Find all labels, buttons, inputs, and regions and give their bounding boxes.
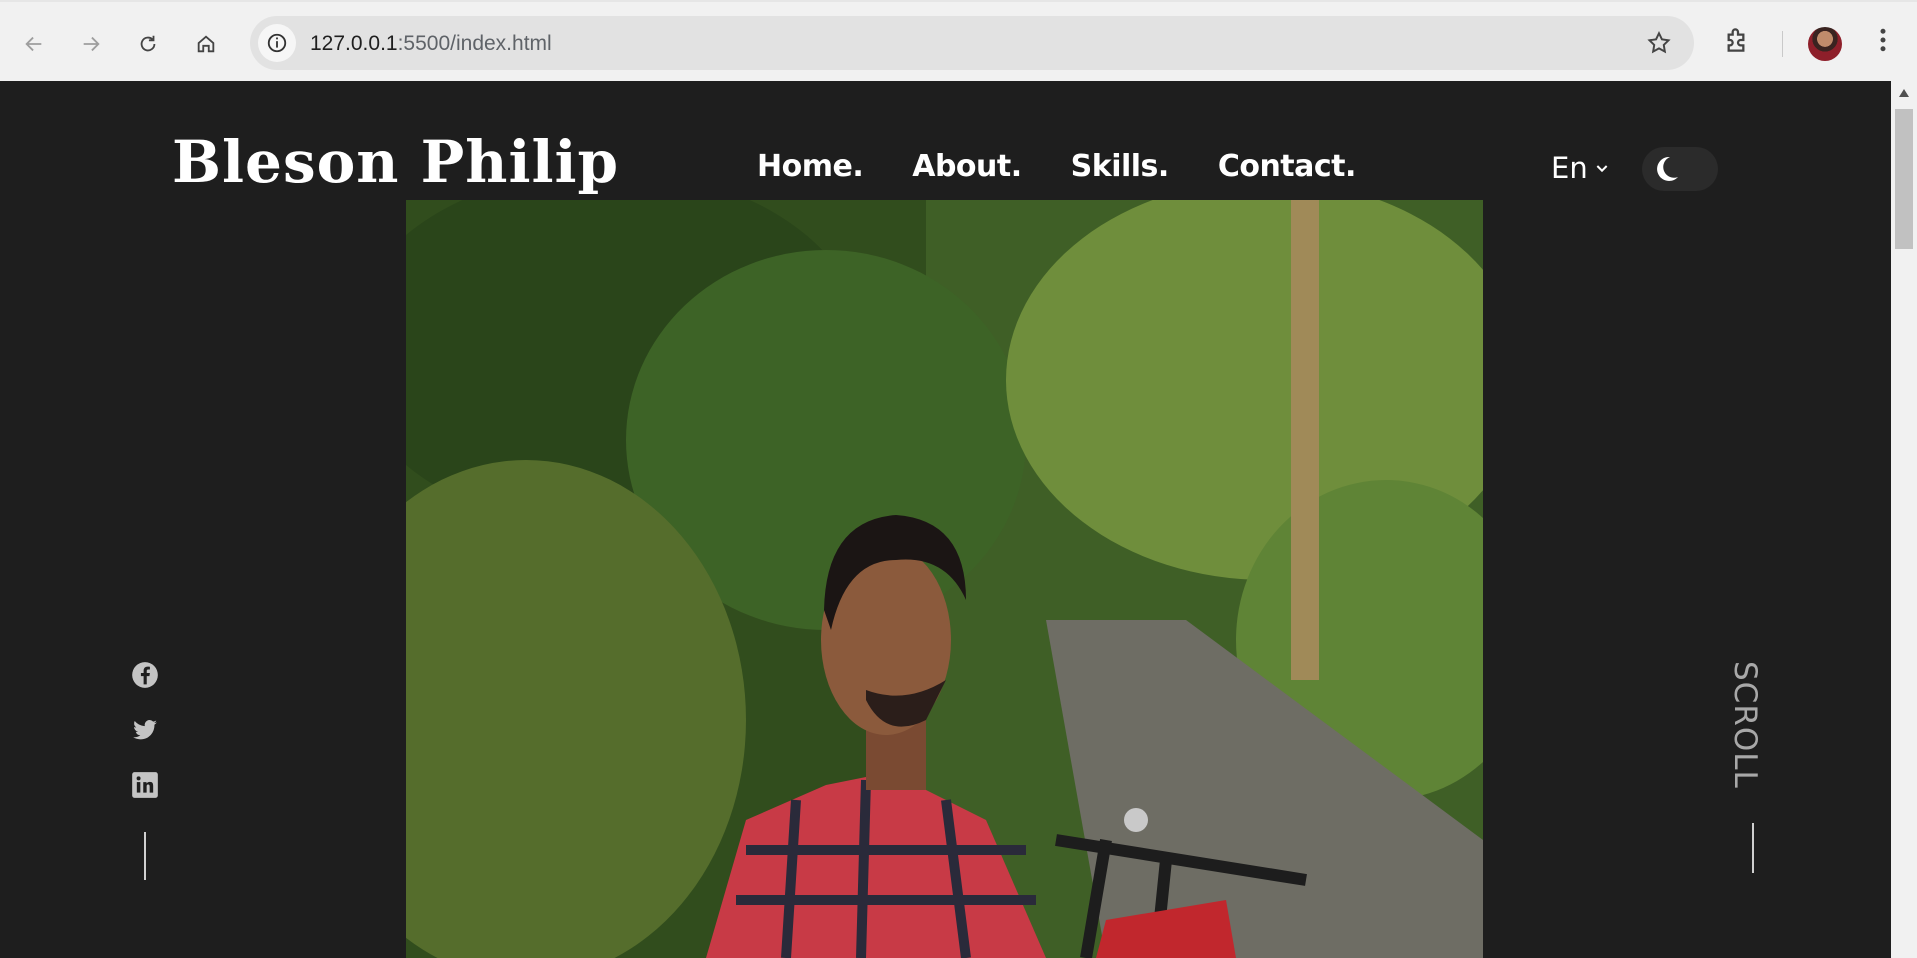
social-divider-line (144, 832, 146, 880)
main-nav: Home. About. Skills. Contact. (757, 149, 1356, 184)
nav-about-link[interactable]: About. (912, 149, 1022, 184)
page: Bleson Philip Home. About. Skills. Conta… (0, 81, 1891, 958)
arrow-right-icon (83, 36, 100, 52)
nav-contact-link[interactable]: Contact. (1218, 149, 1357, 184)
back-button[interactable] (16, 26, 52, 62)
browser-toolbar: 127.0.0.1:5500/index.html (0, 0, 1917, 81)
arrow-left-icon (25, 36, 42, 52)
social-links (131, 661, 159, 799)
extensions-icon[interactable] (1722, 24, 1754, 61)
theme-toggle[interactable] (1642, 147, 1718, 191)
url-text[interactable]: 127.0.0.1:5500/index.html (310, 32, 552, 56)
facebook-icon[interactable] (131, 661, 159, 689)
bookmark-star-icon[interactable] (1646, 30, 1672, 61)
address-bar[interactable]: 127.0.0.1:5500/index.html (250, 16, 1694, 70)
scroll-indicator-label: SCROLL (1727, 661, 1763, 789)
linkedin-icon[interactable] (131, 771, 159, 799)
scroll-up-arrow-icon[interactable] (1899, 89, 1909, 97)
home-icon (197, 35, 215, 53)
forward-button[interactable] (73, 26, 109, 62)
reload-button[interactable] (130, 26, 166, 62)
hero-photo (406, 200, 1483, 958)
moon-icon (1657, 156, 1678, 181)
nav-skills-link[interactable]: Skills. (1071, 149, 1170, 184)
reload-icon (140, 35, 156, 52)
url-path: :5500/index.html (397, 32, 552, 55)
language-selector[interactable]: En (1551, 151, 1610, 185)
home-button[interactable] (188, 26, 224, 62)
site-info-icon[interactable] (258, 24, 296, 62)
site-logo[interactable]: Bleson Philip (172, 133, 619, 191)
language-label: En (1551, 151, 1588, 185)
scroll-indicator-line (1752, 823, 1754, 873)
scrollbar-thumb[interactable] (1895, 109, 1913, 249)
profile-avatar[interactable] (1808, 27, 1842, 61)
more-menu-icon[interactable] (1868, 24, 1898, 61)
twitter-icon[interactable] (131, 717, 159, 743)
url-host: 127.0.0.1 (310, 32, 398, 55)
chevron-down-icon (1596, 165, 1608, 173)
nav-home-link[interactable]: Home. (757, 149, 864, 184)
toolbar-divider (1782, 31, 1783, 57)
page-scrollbar[interactable] (1891, 81, 1917, 958)
